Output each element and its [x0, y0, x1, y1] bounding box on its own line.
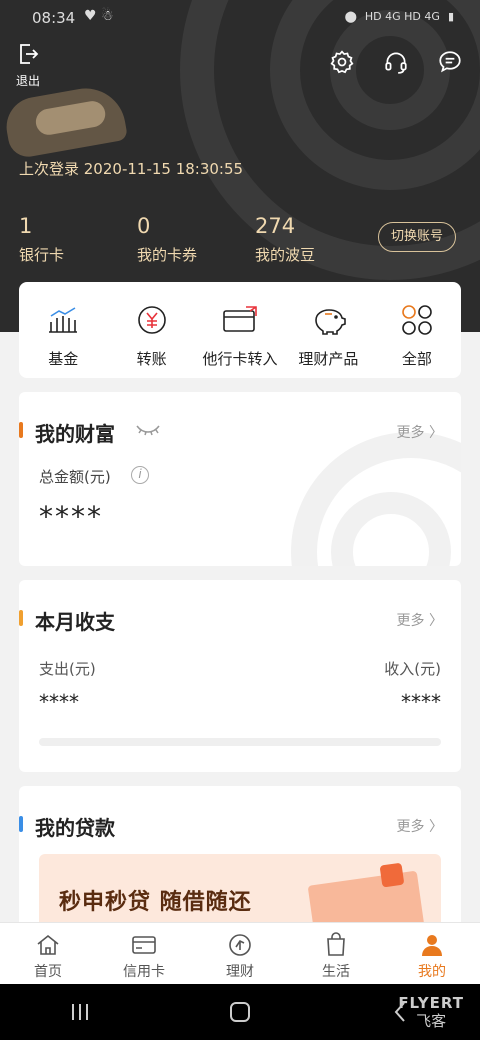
wealth-card[interactable]: 我的财富 更多 〉 总金额(元) i **** — [19, 392, 461, 566]
quick-action-label: 他行卡转入 — [202, 350, 278, 368]
stat-points[interactable]: 274 我的波豆 — [255, 214, 373, 265]
quick-action-label: 基金 — [48, 350, 79, 368]
logout-button[interactable]: 退出 — [16, 42, 40, 89]
battery-icon: ▮ — [447, 10, 454, 23]
section-accent-bar — [19, 816, 23, 832]
expense-label: 支出(元) — [39, 660, 96, 678]
loan-card[interactable]: 我的贷款 更多 〉 秒申秒贷 随借随还 — [19, 786, 461, 936]
stat-coupons[interactable]: 0 我的卡券 — [137, 214, 255, 265]
tab-label: 首页 — [34, 964, 62, 980]
income-label: 收入(元) — [384, 660, 441, 678]
quick-action-label: 转账 — [136, 350, 167, 368]
monthly-title: 本月收支 — [35, 610, 115, 634]
quick-action-fund[interactable]: 基金 — [19, 282, 107, 378]
section-accent-bar — [19, 422, 23, 438]
stat-value: 274 — [255, 214, 296, 238]
bar-chart-icon — [43, 300, 83, 340]
home-square-icon — [230, 1002, 250, 1022]
tab-credit-card[interactable]: 信用卡 — [96, 923, 192, 984]
quick-action-transfer[interactable]: 转账 — [107, 282, 195, 378]
header-actions — [326, 46, 466, 78]
watermark-text: 飞客 — [416, 1012, 447, 1030]
account-stats: 1 银行卡 0 我的卡券 274 我的波豆 — [19, 214, 373, 265]
expense-value: **** — [39, 690, 79, 714]
location-icon: ⬤ — [344, 10, 357, 23]
recent-apps-button[interactable] — [0, 984, 160, 1040]
tab-wealth[interactable]: 理财 — [192, 923, 288, 984]
status-indicators: ⬤ HD 4G HD 4G ▮ — [345, 10, 454, 23]
headset-icon — [385, 52, 407, 74]
stat-label: 银行卡 — [19, 246, 65, 264]
yuan-transfer-icon — [132, 300, 172, 340]
customer-service-button[interactable] — [380, 46, 412, 78]
gear-icon — [330, 50, 354, 74]
network-indicator: HD 4G HD 4G — [364, 10, 440, 23]
watermark-logo: FLYERT 飞客 — [398, 994, 464, 1031]
wealth-more-link[interactable]: 更多 〉 — [397, 422, 443, 442]
loan-title: 我的贷款 — [35, 816, 115, 840]
info-icon[interactable]: i — [131, 466, 149, 484]
quick-action-all[interactable]: 全部 — [373, 282, 461, 378]
last-login-time: 上次登录 2020-11-15 18:30:55 — [19, 160, 244, 178]
eye-closed-icon[interactable] — [135, 422, 161, 438]
switch-account-button[interactable]: 切换账号 — [378, 222, 456, 252]
logout-label: 退出 — [16, 74, 41, 88]
quick-action-wealth-products[interactable]: 理财产品 — [284, 282, 372, 378]
wealth-icon — [226, 931, 254, 959]
piggy-bank-icon — [308, 300, 348, 340]
card-transfer-icon — [220, 300, 260, 340]
quick-action-label: 理财产品 — [298, 350, 359, 368]
shopping-bag-icon — [322, 931, 350, 959]
grid-circles-icon — [397, 300, 437, 340]
loan-banner-text: 秒申秒贷 随借随还 — [59, 890, 252, 915]
income-expense-bar — [39, 738, 441, 746]
user-icon — [418, 931, 446, 959]
credit-card-icon — [130, 931, 158, 959]
tab-label: 生活 — [322, 964, 350, 980]
quick-action-label: 全部 — [401, 350, 432, 368]
bottom-tab-bar: 首页 信用卡 理财 生活 我的 — [0, 922, 480, 984]
status-time: 08:34 — [32, 9, 76, 27]
settings-button[interactable] — [326, 46, 358, 78]
system-nav-bar: FLYERT 飞客 — [0, 984, 480, 1040]
wealth-title: 我的财富 — [35, 422, 115, 446]
quick-action-card-transfer-in[interactable]: 他行卡转入 — [196, 282, 284, 378]
stat-bank-cards[interactable]: 1 银行卡 — [19, 214, 137, 265]
stat-value: 0 — [137, 214, 151, 238]
loan-more-link[interactable]: 更多 〉 — [397, 816, 443, 836]
monthly-card[interactable]: 本月收支 更多 〉 支出(元) 收入(元) **** **** — [19, 580, 461, 772]
section-accent-bar — [19, 610, 23, 626]
tab-label: 理财 — [226, 964, 254, 980]
income-value: **** — [401, 690, 441, 714]
monthly-more-link[interactable]: 更多 〉 — [397, 610, 443, 630]
stat-label: 我的卡券 — [137, 246, 198, 264]
stat-value: 1 — [19, 214, 33, 238]
tab-home[interactable]: 首页 — [0, 923, 96, 984]
home-button[interactable] — [160, 984, 320, 1040]
home-icon — [34, 931, 62, 959]
heart-monitor-icon: ♥ ☃ — [84, 8, 114, 24]
status-bar: 08:34 ♥ ☃ ⬤ HD 4G HD 4G ▮ — [0, 0, 480, 36]
stat-label: 我的波豆 — [255, 246, 316, 264]
quick-actions: 基金 转账 他行卡转入 理财产品 全部 — [19, 282, 461, 378]
logout-icon — [20, 44, 39, 64]
recent-apps-icon — [72, 1004, 88, 1020]
total-amount-value: **** — [39, 500, 103, 533]
tab-label: 信用卡 — [123, 964, 165, 980]
tab-mine[interactable]: 我的 — [384, 923, 480, 984]
total-amount-label: 总金额(元) — [39, 468, 111, 486]
tab-label: 我的 — [418, 964, 446, 980]
tab-life[interactable]: 生活 — [288, 923, 384, 984]
message-icon — [439, 51, 461, 73]
messages-button[interactable] — [434, 46, 466, 78]
